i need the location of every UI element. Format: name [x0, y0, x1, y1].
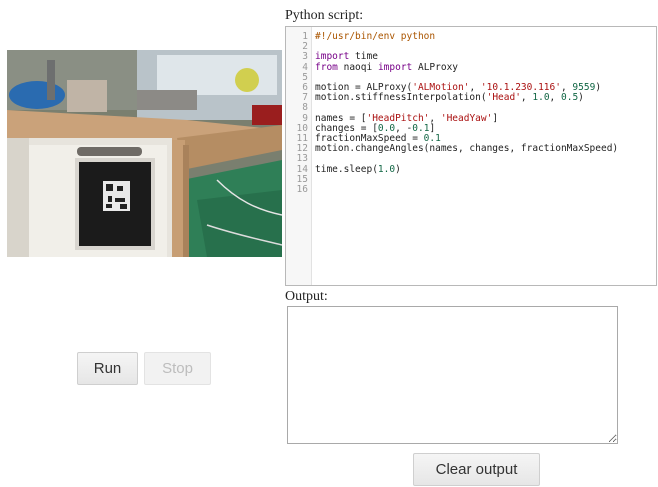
output-textarea[interactable]	[287, 306, 618, 444]
camera-feed-image	[7, 50, 282, 257]
run-button[interactable]: Run	[77, 352, 138, 385]
output-label: Output:	[285, 289, 328, 304]
clear-output-button[interactable]: Clear output	[413, 453, 540, 486]
code-editor[interactable]: 1 #!/usr/bin/env python 2 3 import time 4 from…	[285, 26, 657, 286]
code-line[interactable]: 16	[286, 184, 656, 195]
stop-button[interactable]: Stop	[144, 352, 211, 385]
line-number: 16	[296, 184, 308, 195]
python-script-label: Python script:	[285, 8, 364, 23]
